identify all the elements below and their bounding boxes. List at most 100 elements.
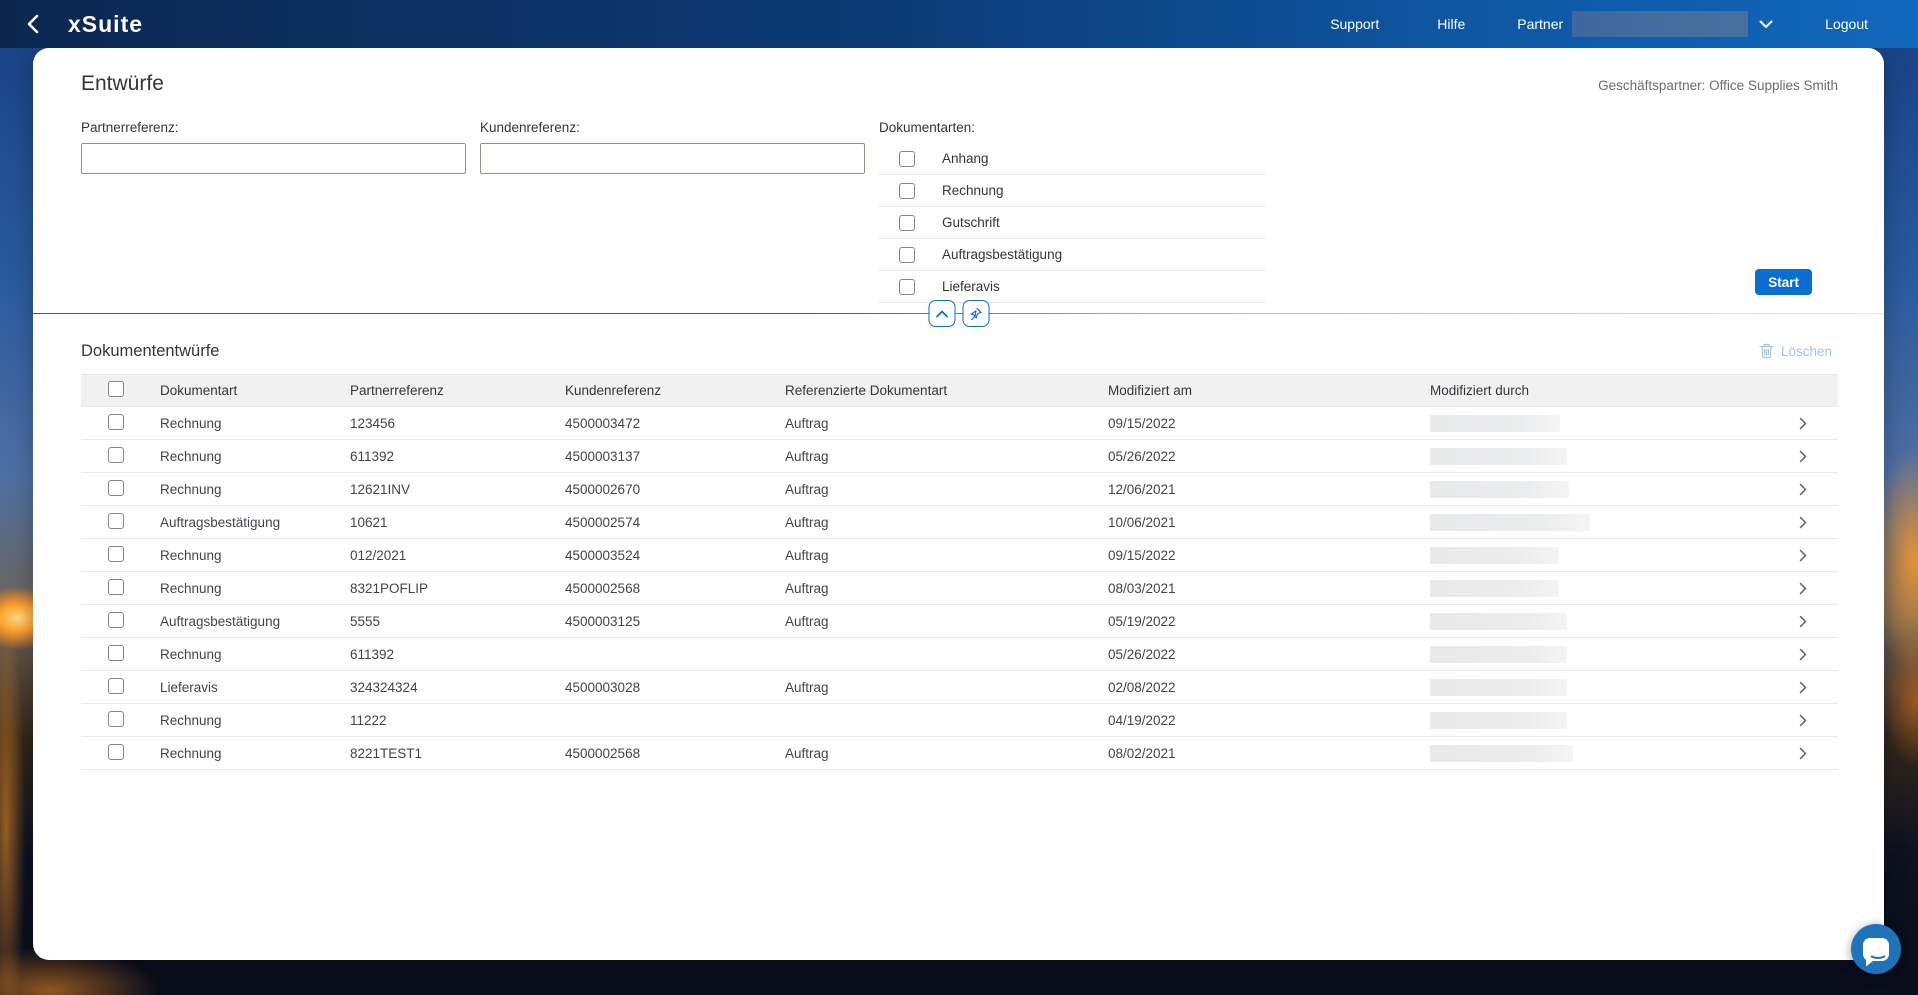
row-chevron-icon[interactable] <box>1799 549 1807 562</box>
support-link[interactable]: Support <box>1324 15 1385 33</box>
redacted-user <box>1430 415 1560 432</box>
cell-modifiziert-am: 04/19/2022 <box>1108 704 1430 737</box>
chat-launcher-button[interactable] <box>1851 924 1901 974</box>
filter-bar: Partnerreferenz: Kundenreferenz: Dokumen… <box>33 96 1884 303</box>
cell-modifiziert-am: 08/03/2021 <box>1108 572 1430 605</box>
doc-type-list: Anhang Rechnung Gutschrift Auftragsbestä… <box>879 143 1266 303</box>
cell-modifiziert-am: 09/15/2022 <box>1108 407 1430 440</box>
row-checkbox[interactable] <box>108 612 124 628</box>
row-checkbox[interactable] <box>108 480 124 496</box>
row-checkbox[interactable] <box>108 678 124 694</box>
cell-partnerreferenz: 012/2021 <box>350 539 565 572</box>
topbar-links: Support Hilfe Partner Logout <box>1324 11 1874 37</box>
row-chevron-icon[interactable] <box>1799 450 1807 463</box>
logout-link[interactable]: Logout <box>1819 15 1874 33</box>
cell-modifiziert-am: 10/06/2021 <box>1108 506 1430 539</box>
row-chevron-icon[interactable] <box>1799 747 1807 760</box>
redacted-user <box>1430 712 1567 729</box>
doc-type-checkbox[interactable] <box>899 247 915 263</box>
doc-type-label: Rechnung <box>942 183 1004 198</box>
partner-ref-label: Partnerreferenz: <box>81 120 466 135</box>
cell-referenzierte-dokumentart: Auftrag <box>785 671 1108 704</box>
chevron-up-icon <box>935 310 948 318</box>
row-checkbox[interactable] <box>108 744 124 760</box>
cell-dokumentart: Rechnung <box>160 704 350 737</box>
row-chevron-icon[interactable] <box>1799 483 1807 496</box>
col-kundenreferenz: Kundenreferenz <box>565 375 785 407</box>
cell-modifiziert-am: 05/26/2022 <box>1108 638 1430 671</box>
cell-kundenreferenz: 4500002670 <box>565 473 785 506</box>
cell-dokumentart: Rechnung <box>160 539 350 572</box>
cell-referenzierte-dokumentart <box>785 638 1108 671</box>
business-partner-text: Geschäftspartner: Office Supplies Smith <box>1598 78 1838 93</box>
cell-partnerreferenz: 611392 <box>350 440 565 473</box>
redacted-user <box>1430 745 1573 762</box>
row-checkbox[interactable] <box>108 546 124 562</box>
top-navigation-bar: xSuite Support Hilfe Partner Logout <box>0 0 1918 48</box>
row-checkbox[interactable] <box>108 711 124 727</box>
select-all-checkbox[interactable] <box>108 381 124 397</box>
row-chevron-icon[interactable] <box>1799 648 1807 661</box>
table-row[interactable]: Rechnung 123456 4500003472 Auftrag 09/15… <box>81 407 1838 440</box>
cell-modifiziert-am: 09/15/2022 <box>1108 539 1430 572</box>
doc-type-option[interactable]: Rechnung <box>879 175 1266 207</box>
cell-referenzierte-dokumentart: Auftrag <box>785 605 1108 638</box>
table-body: Rechnung 123456 4500003472 Auftrag 09/15… <box>81 407 1838 770</box>
table-row[interactable]: Rechnung 8321POFLIP 4500002568 Auftrag 0… <box>81 572 1838 605</box>
cell-referenzierte-dokumentart: Auftrag <box>785 473 1108 506</box>
cell-dokumentart: Auftragsbestätigung <box>160 605 350 638</box>
table-row[interactable]: Rechnung 012/2021 4500003524 Auftrag 09/… <box>81 539 1838 572</box>
doc-type-checkbox[interactable] <box>899 279 915 295</box>
table-row[interactable]: Rechnung 8221TEST1 4500002568 Auftrag 08… <box>81 737 1838 770</box>
filter-divider <box>33 313 1884 314</box>
row-chevron-icon[interactable] <box>1799 516 1807 529</box>
cell-modifiziert-am: 08/02/2021 <box>1108 737 1430 770</box>
row-chevron-icon[interactable] <box>1799 417 1807 430</box>
doc-type-option[interactable]: Auftragsbestätigung <box>879 239 1266 271</box>
table-row[interactable]: Rechnung 611392 4500003137 Auftrag 05/26… <box>81 440 1838 473</box>
table-row[interactable]: Auftragsbestätigung 10621 4500002574 Auf… <box>81 506 1838 539</box>
cell-partnerreferenz: 8221TEST1 <box>350 737 565 770</box>
delete-button[interactable]: Löschen <box>1753 342 1838 360</box>
pin-filter-button[interactable] <box>962 300 989 327</box>
doc-type-option[interactable]: Gutschrift <box>879 207 1266 239</box>
row-chevron-icon[interactable] <box>1799 615 1807 628</box>
cell-referenzierte-dokumentart: Auftrag <box>785 440 1108 473</box>
cell-partnerreferenz: 611392 <box>350 638 565 671</box>
back-button[interactable] <box>22 10 44 38</box>
table-header-row: Dokumentart Partnerreferenz Kundenrefere… <box>81 375 1838 407</box>
table-row[interactable]: Rechnung 11222 04/19/2022 <box>81 704 1838 737</box>
table-row[interactable]: Rechnung 12621INV 4500002670 Auftrag 12/… <box>81 473 1838 506</box>
doc-type-checkbox[interactable] <box>899 151 915 167</box>
cell-dokumentart: Rechnung <box>160 572 350 605</box>
kunden-ref-input[interactable] <box>480 143 865 174</box>
doc-type-option[interactable]: Lieferavis <box>879 271 1266 303</box>
doc-type-checkbox[interactable] <box>899 183 915 199</box>
cell-dokumentart: Rechnung <box>160 638 350 671</box>
row-chevron-icon[interactable] <box>1799 714 1807 727</box>
partner-ref-input[interactable] <box>81 143 466 174</box>
doc-type-checkbox[interactable] <box>899 215 915 231</box>
cell-modifiziert-am: 05/19/2022 <box>1108 605 1430 638</box>
row-checkbox[interactable] <box>108 579 124 595</box>
drafts-table: Dokumentart Partnerreferenz Kundenrefere… <box>81 374 1838 770</box>
table-row[interactable]: Lieferavis 324324324 4500003028 Auftrag … <box>81 671 1838 704</box>
row-checkbox[interactable] <box>108 645 124 661</box>
doc-type-option[interactable]: Anhang <box>879 143 1266 175</box>
partner-selector[interactable]: Partner <box>1517 11 1773 37</box>
cell-kundenreferenz: 4500003524 <box>565 539 785 572</box>
start-button[interactable]: Start <box>1755 269 1812 295</box>
row-chevron-icon[interactable] <box>1799 681 1807 694</box>
cell-referenzierte-dokumentart: Auftrag <box>785 737 1108 770</box>
row-checkbox[interactable] <box>108 513 124 529</box>
table-row[interactable]: Rechnung 611392 05/26/2022 <box>81 638 1838 671</box>
chat-bubble-icon <box>1863 938 1889 961</box>
cell-dokumentart: Auftragsbestätigung <box>160 506 350 539</box>
collapse-filter-button[interactable] <box>928 300 955 327</box>
row-checkbox[interactable] <box>108 447 124 463</box>
row-checkbox[interactable] <box>108 414 124 430</box>
hilfe-link[interactable]: Hilfe <box>1431 15 1471 33</box>
table-row[interactable]: Auftragsbestätigung 5555 4500003125 Auft… <box>81 605 1838 638</box>
doc-type-label: Lieferavis <box>942 279 1000 294</box>
row-chevron-icon[interactable] <box>1799 582 1807 595</box>
